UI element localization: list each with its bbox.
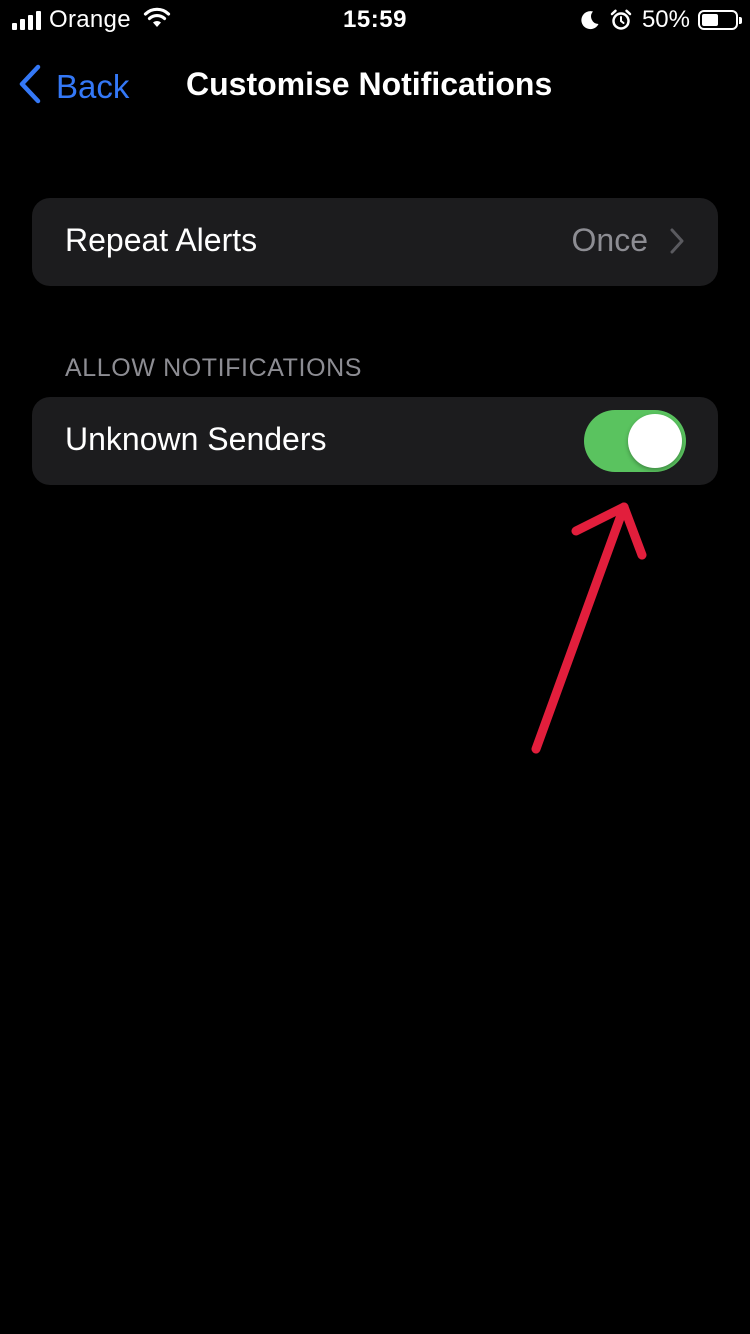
- section-header-allow-notifications: ALLOW NOTIFICATIONS: [65, 354, 363, 382]
- battery-percent: 50%: [641, 6, 690, 33]
- back-label: Back: [56, 67, 130, 105]
- navigation-bar: Back Customise Notifications: [0, 56, 750, 112]
- chevron-right-icon: [670, 228, 684, 259]
- page-title: Customise Notifications: [186, 66, 553, 102]
- alarm-icon: [610, 9, 632, 31]
- moon-icon: [580, 10, 600, 30]
- status-right: 50%: [570, 6, 742, 34]
- battery-fill: [702, 14, 718, 26]
- unknown-senders-row: Unknown Senders: [32, 397, 718, 485]
- repeat-alerts-label: Repeat Alerts: [65, 222, 258, 258]
- toggle-knob: [628, 414, 682, 468]
- battery-icon: [698, 10, 742, 30]
- status-bar: Orange 15:59 50%: [0, 0, 750, 40]
- unknown-senders-label: Unknown Senders: [65, 421, 327, 457]
- annotation-arrow-icon: [520, 495, 660, 770]
- back-button[interactable]: Back: [18, 64, 129, 109]
- repeat-alerts-row[interactable]: Repeat Alerts Once: [32, 198, 718, 286]
- unknown-senders-toggle[interactable]: [584, 410, 686, 472]
- chevron-left-icon: [18, 64, 42, 109]
- repeat-alerts-value: Once: [571, 222, 648, 258]
